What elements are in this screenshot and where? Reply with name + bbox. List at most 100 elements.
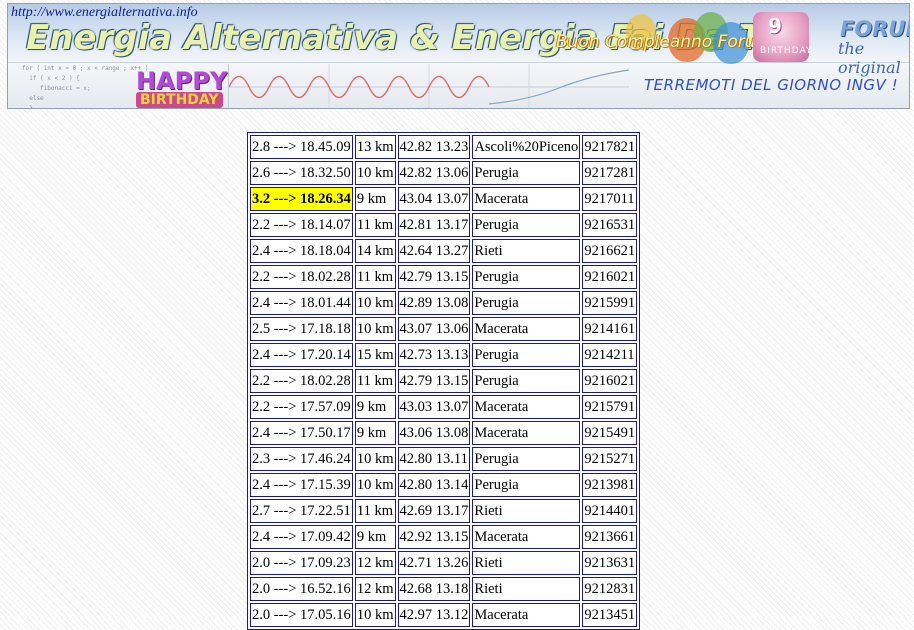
depth-cell: 9 km [354,187,396,211]
table-row: 2.2 ---> 18.02.28 11 km 42.79 13.15 Perugia… [250,265,638,289]
magnitude-time-cell: 3.2 ---> 18.26.34 [250,187,353,211]
coordinates-cell: 42.82 13.06 [397,161,471,185]
event-id-cell: 9213451 [582,603,638,627]
location-cell: Macerata [472,421,581,445]
earthquake-table-body: 2.8 ---> 18.45.09 13 km 42.82 13.23 Ascoli%… [250,135,638,627]
depth-cell: 11 km [354,369,396,393]
magnitude-time-cell: 2.3 ---> 17.46.24 [250,447,353,471]
table-row: 2.2 ---> 17.57.09 9 km 43.03 13.07 Macerata… [250,395,638,419]
event-id-cell: 9215991 [582,291,638,315]
location-cell: Rieti [472,551,581,575]
event-id-cell: 9217281 [582,161,638,185]
birthday-label: BIRTHDAY [136,92,223,108]
table-row: 2.4 ---> 17.09.42 9 km 42.92 13.15 Macerata… [250,525,638,549]
table-row: 2.0 ---> 17.09.23 12 km 42.71 13.26 Rieti 92… [250,551,638,575]
location-cell: Ascoli%20Piceno [472,135,581,159]
cake-label: BIRTHDAY [760,46,813,56]
depth-cell: 11 km [354,265,396,289]
magnitude-time-cell: 2.2 ---> 18.02.28 [250,369,353,393]
event-id-cell: 9216621 [582,239,638,263]
table-row: 2.4 ---> 18.18.04 14 km 42.64 13.27 Rieti 92… [250,239,638,263]
event-id-cell: 9216021 [582,369,638,393]
table-row: 2.4 ---> 18.01.44 10 km 42.89 13.08 Perugia… [250,291,638,315]
location-cell: Perugia [472,369,581,393]
location-cell: Macerata [472,603,581,627]
magnitude-time-cell: 2.4 ---> 17.50.17 [250,421,353,445]
coordinates-cell: 42.89 13.08 [397,291,471,315]
location-cell: Macerata [472,317,581,341]
depth-cell: 10 km [354,291,396,315]
magnitude-time-cell: 2.4 ---> 17.15.39 [250,473,353,497]
magnitude-time-cell: 2.4 ---> 18.18.04 [250,239,353,263]
magnitude-time-cell: 2.7 ---> 17.22.51 [250,499,353,523]
magnitude-time-cell: 2.0 ---> 16.52.16 [250,577,353,601]
location-cell: Perugia [472,473,581,497]
depth-cell: 9 km [354,395,396,419]
event-id-cell: 9215271 [582,447,638,471]
birthday-message: Buon Compleanno Forum [556,32,773,52]
magnitude-time-cell: 2.4 ---> 17.09.42 [250,525,353,549]
event-id-cell: 9214211 [582,343,638,367]
location-cell: Rieti [472,499,581,523]
magnitude-time-cell: 2.0 ---> 17.05.16 [250,603,353,627]
magnitude-time-cell: 2.4 ---> 18.01.44 [250,291,353,315]
coordinates-cell: 42.81 13.17 [397,213,471,237]
earthquake-marquee[interactable]: TERREMOTI DEL GIORNO INGV ! [644,76,898,94]
event-id-cell: 9214401 [582,499,638,523]
coordinates-cell: 42.64 13.27 [397,239,471,263]
coordinates-cell: 42.71 13.26 [397,551,471,575]
table-row: 2.0 ---> 16.52.16 12 km 42.68 13.18 Rieti 92… [250,577,638,601]
event-id-cell: 9216021 [582,265,638,289]
coordinates-cell: 42.97 13.12 [397,603,471,627]
event-id-cell: 9213981 [582,473,638,497]
magnitude-time-cell: 2.0 ---> 17.09.23 [250,551,353,575]
location-cell: Perugia [472,291,581,315]
site-banner[interactable]: for ( int x = 0 ; x < range ; x++ ) if (… [7,3,910,109]
location-cell: Perugia [472,343,581,367]
cake-number: 9 [768,14,782,38]
event-id-cell: 9216531 [582,213,638,237]
depth-cell: 10 km [354,317,396,341]
table-row: 3.2 ---> 18.26.34 9 km 43.04 13.07 Macerata… [250,187,638,211]
location-cell: Macerata [472,187,581,211]
magnitude-time-cell: 2.2 ---> 18.02.28 [250,265,353,289]
table-row: 2.6 ---> 18.32.50 10 km 42.82 13.06 Perugia… [250,161,638,185]
coordinates-cell: 43.03 13.07 [397,395,471,419]
waveform-svg [229,64,629,108]
coordinates-cell: 43.04 13.07 [397,187,471,211]
forum-tagline: the original [838,39,901,77]
location-cell: Rieti [472,577,581,601]
location-cell: Perugia [472,265,581,289]
location-cell: Perugia [472,447,581,471]
event-id-cell: 9213631 [582,551,638,575]
depth-cell: 10 km [354,473,396,497]
table-row: 2.3 ---> 17.46.24 10 km 42.80 13.11 Perugia… [250,447,638,471]
depth-cell: 15 km [354,343,396,367]
magnitude-time-cell: 2.6 ---> 18.32.50 [250,161,353,185]
magnitude-time-cell: 2.8 ---> 18.45.09 [250,135,353,159]
depth-cell: 11 km [354,499,396,523]
coordinates-cell: 42.73 13.13 [397,343,471,367]
location-cell: Perugia [472,213,581,237]
coordinates-cell: 42.68 13.18 [397,577,471,601]
depth-cell: 10 km [354,161,396,185]
event-id-cell: 9214161 [582,317,638,341]
coordinates-cell: 42.79 13.15 [397,265,471,289]
event-id-cell: 9217011 [582,187,638,211]
depth-cell: 12 km [354,577,396,601]
depth-cell: 11 km [354,213,396,237]
magnitude-time-cell: 2.2 ---> 18.14.07 [250,213,353,237]
banner-waveform-graphic [228,64,629,108]
location-cell: Macerata [472,395,581,419]
coordinates-cell: 43.06 13.08 [397,421,471,445]
depth-cell: 14 km [354,239,396,263]
table-row: 2.0 ---> 17.05.16 10 km 42.97 13.12 Macerat… [250,603,638,627]
depth-cell: 12 km [354,551,396,575]
coordinates-cell: 42.80 13.14 [397,473,471,497]
table-row: 2.8 ---> 18.45.09 13 km 42.82 13.23 Ascoli%… [250,135,638,159]
table-row: 2.4 ---> 17.20.14 15 km 42.73 13.13 Perugia… [250,343,638,367]
depth-cell: 13 km [354,135,396,159]
event-id-cell: 9215791 [582,395,638,419]
depth-cell: 10 km [354,447,396,471]
depth-cell: 9 km [354,421,396,445]
